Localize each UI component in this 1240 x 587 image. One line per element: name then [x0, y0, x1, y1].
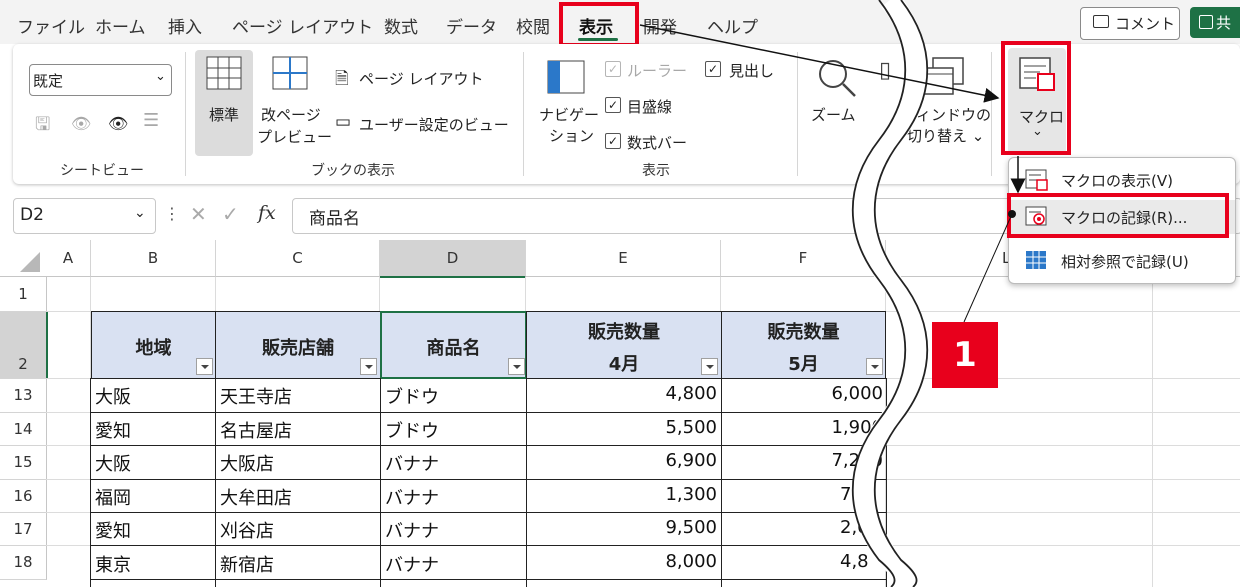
- step-callout: 1: [932, 322, 998, 388]
- annotation-arrows: [639, 24, 1026, 323]
